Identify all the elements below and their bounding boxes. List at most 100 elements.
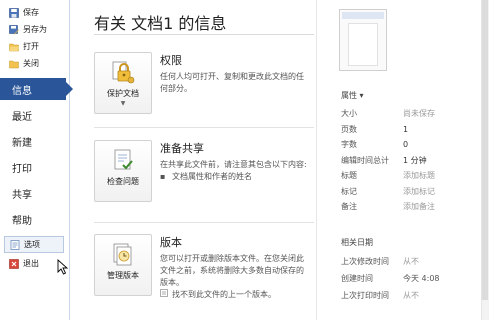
property-key: 标题 [341,171,357,181]
property-key: 备注 [341,202,357,212]
chevron-down-icon: ▼ [120,100,126,107]
bullet-icon: ▪ [160,172,166,181]
date-key: 上次打印时间 [341,291,389,300]
date-value: 从不 [403,257,419,266]
save-icon [9,7,19,18]
nav-print[interactable]: 打印 [0,156,69,178]
open-folder-icon [9,42,19,52]
protect-document-label: 保护文档 [107,89,139,98]
date-key: 上次修改时间 [341,257,389,266]
versions-bullet-text: 找不到此文件的上一个版本。 [172,290,276,299]
title-divider [94,34,314,35]
prepare-share-bullet-text: 文档属性和作者的姓名 [172,172,252,181]
nav-open-label: 打开 [23,42,39,51]
nav-open[interactable]: 打开 [0,38,69,55]
versions-bullet: 找不到此文件的上一个版本。 [160,289,310,301]
nav-new[interactable]: 新建 [0,130,69,152]
thumbnail-ribbon [342,12,384,19]
nav-options-label: 选项 [24,240,40,249]
property-row: 页数 1 [341,122,486,138]
section-divider [94,222,314,223]
save-as-icon [9,24,19,35]
nav-print-label: 打印 [12,163,32,175]
vertical-scrollbar[interactable] [481,0,489,320]
nav-close[interactable]: 关闭 [0,55,69,72]
document-thumbnail [339,9,387,71]
options-icon [10,239,20,250]
mouse-pointer-icon [57,258,69,275]
info-icon [160,289,169,301]
properties-panel: 属性 ▾ 大小 尚未保存 页数 1 字数 0 编辑时间总计 1 分钟 标题 添加标题 标记… [316,0,489,320]
properties-list: 大小 尚未保存 页数 1 字数 0 编辑时间总计 1 分钟 标题 添加标题 标记 添加标记 … [341,106,486,215]
prepare-share-description: 在共享此文件前，请注意其包含以下内容: [160,160,307,169]
date-value: 今天 4:08 [403,274,440,283]
page-title: 有关 文档1 的信息 [94,14,227,33]
prepare-share-heading: 准备共享 [160,142,204,155]
nav-save-label: 保存 [23,8,39,17]
property-key: 页数 [341,124,357,134]
nav-close-label: 关闭 [23,59,39,68]
date-row: 上次打印时间 从不 [341,287,486,304]
property-key: 大小 [341,109,357,119]
nav-recent[interactable]: 最近 [0,104,69,126]
add-tags-field[interactable]: 添加标记 [403,186,435,197]
property-row: 标题 添加标题 [341,168,486,184]
protect-document-button[interactable]: 保护文档 ▼ [94,52,152,114]
property-value: 1 分钟 [403,155,427,165]
versions-description: 您可以打开或删除版本文件。在您关闭此文件之前，系统将删除大多数自动保存的版本。 [160,254,304,287]
permissions-description: 任何人均可打开、复制和更改此文档的任何部分。 [160,72,304,93]
nav-help[interactable]: 帮助 [0,208,69,230]
property-row: 标记 添加标记 [341,184,486,200]
nav-share-label: 共享 [12,189,32,201]
date-row: 创建时间 今天 4:08 [341,270,486,287]
nav-save-as[interactable]: 另存为 [0,21,69,38]
related-dates-heading: 相关日期 [341,238,373,247]
nav-save[interactable]: 保存 [0,4,69,21]
nav-help-label: 帮助 [12,215,32,227]
check-issues-label: 检查问题 [107,177,139,186]
date-row: 上次修改时间 从不 [341,253,486,270]
property-row: 备注 添加备注 [341,199,486,215]
prepare-share-section: 检查问题 准备共享 在共享此文件前，请注意其包含以下内容: ▪ 文档属性和作者的… [94,140,316,204]
versions-heading: 版本 [160,236,182,249]
manage-versions-icon [110,241,136,267]
nav-recent-label: 最近 [12,111,32,123]
property-key: 标记 [341,186,357,196]
add-title-field[interactable]: 添加标题 [403,170,435,181]
check-issues-button[interactable]: 检查问题 [94,140,152,202]
nav-share[interactable]: 共享 [0,182,69,204]
property-value: 0 [403,140,409,150]
versions-section: 管理版本 版本 您可以打开或删除版本文件。在您关闭此文件之前，系统将删除大多数自… [94,234,316,314]
thumbnail-page [348,23,378,66]
property-key: 编辑时间总计 [341,155,389,165]
scrollbar-thumb[interactable] [482,0,488,300]
properties-dropdown[interactable]: 属性 ▾ [341,90,364,101]
nav-new-label: 新建 [12,137,32,149]
property-value: 1 [403,124,409,134]
related-dates-list: 上次修改时间 从不 创建时间 今天 4:08 上次打印时间 从不 [341,253,486,304]
nav-info[interactable]: 信息 [0,78,73,100]
permissions-section: 保护文档 ▼ 权限 任何人均可打开、复制和更改此文档的任何部分。 [94,52,316,116]
prepare-share-bullet: ▪ 文档属性和作者的姓名 [160,171,310,183]
property-value: 尚未保存 [403,109,435,119]
lock-key-icon [110,59,136,85]
property-row: 编辑时间总计 1 分钟 [341,153,486,169]
nav-options[interactable]: 选项 [4,236,64,253]
nav-info-label: 信息 [12,85,32,97]
exit-icon [9,258,19,269]
date-key: 创建时间 [341,274,373,283]
close-folder-icon [9,59,19,69]
nav-exit-label: 退出 [23,259,39,268]
manage-versions-label: 管理版本 [107,271,139,280]
property-row: 大小 尚未保存 [341,106,486,122]
permissions-heading: 权限 [160,54,182,67]
add-comments-field[interactable]: 添加备注 [403,201,435,212]
nav-save-as-label: 另存为 [23,25,47,34]
property-row: 字数 0 [341,137,486,153]
info-panel: 有关 文档1 的信息 保护文档 ▼ 权限 任何人均可打开、复制和更改此文档的任何… [78,0,316,320]
date-value: 从不 [403,291,419,300]
property-key: 字数 [341,140,357,150]
section-divider [94,127,314,128]
manage-versions-button[interactable]: 管理版本 [94,234,152,296]
check-document-icon [110,147,136,173]
